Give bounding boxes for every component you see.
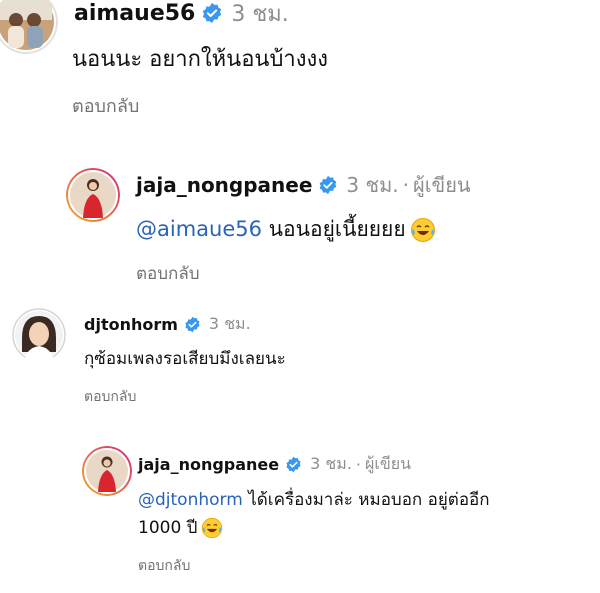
comment-timestamp: 3 ชม. bbox=[346, 173, 399, 197]
reply-button[interactable]: ตอบกลับ bbox=[136, 260, 200, 287]
comment-header: djtonhorm 3 ชม. bbox=[84, 312, 251, 336]
laughing-tears-emoji-icon bbox=[410, 217, 436, 243]
comment-body: นอนอยู่เนี้ยยยย bbox=[268, 217, 406, 241]
comment-body: ได้เครื่องมาล่ะ หมอบอก อยู่ต่ออีก bbox=[248, 490, 490, 510]
avatar-djtonhorm[interactable] bbox=[12, 308, 66, 362]
profile-photo-icon bbox=[0, 0, 58, 54]
reply-button[interactable]: ตอบกลับ bbox=[138, 555, 190, 577]
comment-timestamp: 3 ชม. bbox=[231, 1, 289, 27]
profile-photo-icon bbox=[66, 168, 120, 222]
username-link[interactable]: jaja_nongpanee bbox=[136, 173, 312, 197]
username-link[interactable]: djtonhorm bbox=[84, 315, 178, 334]
comment-text: นอนนะ อยากให้นอนบ้างงง bbox=[72, 47, 328, 72]
author-label: ผู้เขียน bbox=[365, 453, 412, 473]
verified-badge-icon bbox=[318, 175, 338, 195]
comment-text: @aimaue56 นอนอยู่เนี้ยยยย bbox=[136, 213, 436, 246]
comment-text-line-2: 1000 ปี bbox=[138, 514, 223, 541]
username-link[interactable]: jaja_nongpanee bbox=[138, 455, 279, 474]
reply-button[interactable]: ตอบกลับ bbox=[84, 386, 136, 408]
comment-body-continued: 1000 ปี bbox=[138, 518, 198, 538]
separator-dot: · bbox=[402, 173, 409, 197]
verified-badge-icon bbox=[184, 316, 201, 333]
verified-badge-icon bbox=[285, 456, 302, 473]
laughing-tears-emoji-icon bbox=[201, 517, 223, 539]
verified-badge-icon bbox=[201, 2, 223, 24]
comment-text-line-1: @djtonhorm ได้เครื่องมาล่ะ หมอบอก อยู่ต่… bbox=[138, 486, 490, 513]
avatar-aimaue56[interactable] bbox=[0, 0, 58, 54]
avatar-jaja-nongpanee[interactable] bbox=[82, 446, 132, 496]
avatar-jaja-nongpanee[interactable] bbox=[66, 168, 120, 222]
comment-timestamp: 3 ชม. bbox=[208, 313, 251, 333]
profile-photo-icon bbox=[12, 308, 66, 362]
comment-header: aimaue56 3 ชม. bbox=[74, 0, 289, 27]
separator-dot: · bbox=[355, 454, 361, 474]
reply-button[interactable]: ตอบกลับ bbox=[72, 91, 139, 120]
author-label: ผู้เขียน bbox=[412, 173, 471, 197]
comment-header: jaja_nongpanee 3 ชม. · ผู้เขียน bbox=[138, 452, 411, 476]
mention-link[interactable]: @aimaue56 bbox=[136, 217, 262, 241]
comment-text: กุซ้อมเพลงรอเสียบมึงเลยนะ bbox=[84, 349, 286, 369]
comment-header: jaja_nongpanee 3 ชม. · ผู้เขียน bbox=[136, 171, 471, 199]
comment-timestamp: 3 ชม. bbox=[310, 453, 352, 473]
username-link[interactable]: aimaue56 bbox=[74, 1, 195, 26]
mention-link[interactable]: @djtonhorm bbox=[138, 490, 243, 510]
profile-photo-icon bbox=[82, 446, 132, 496]
